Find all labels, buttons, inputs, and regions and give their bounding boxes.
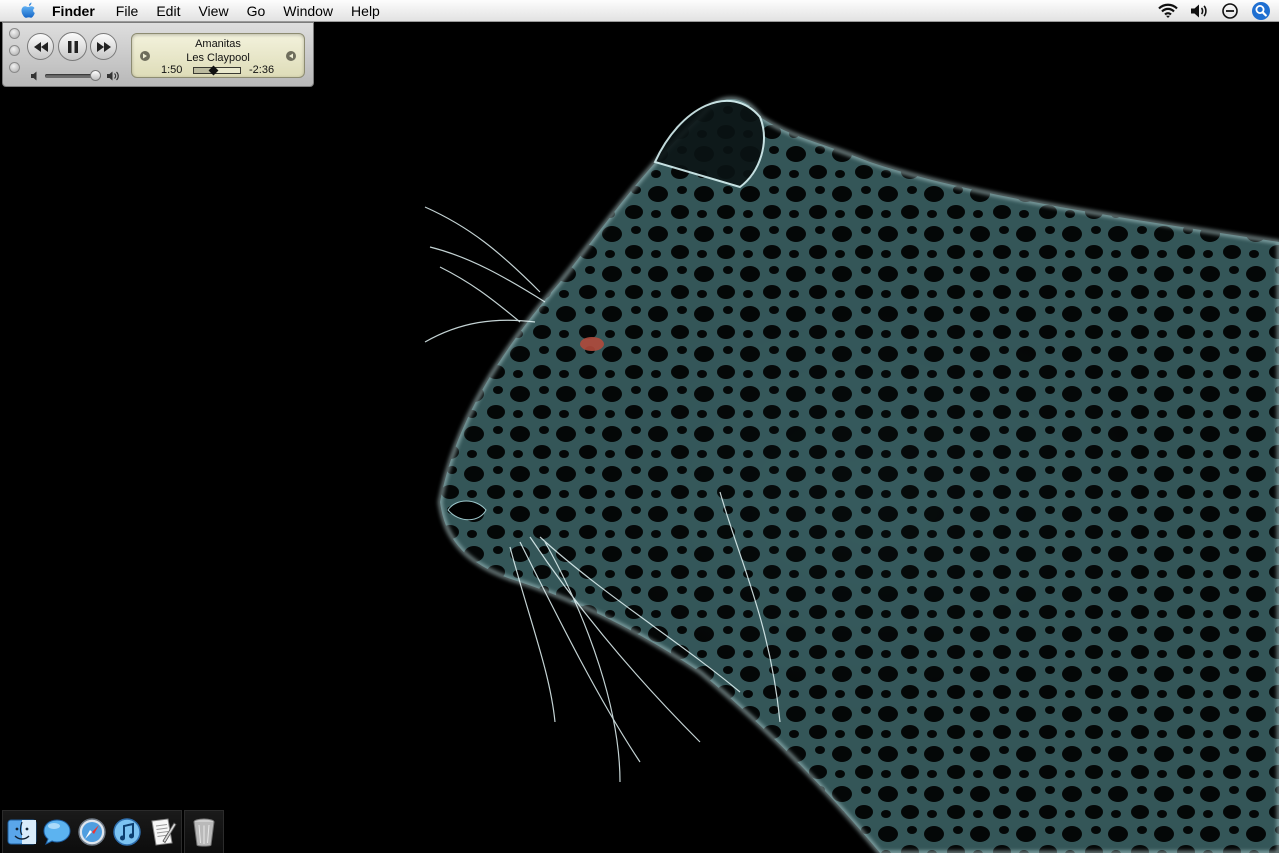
itunes-icon[interactable] bbox=[111, 816, 143, 848]
safari-icon[interactable] bbox=[76, 816, 108, 848]
track-progress-knob[interactable] bbox=[208, 65, 219, 76]
leopard-artwork bbox=[424, 97, 1279, 853]
elapsed-time: 1:50 bbox=[161, 64, 183, 76]
menu-help[interactable]: Help bbox=[342, 0, 389, 22]
previous-track-button[interactable] bbox=[27, 33, 54, 60]
finder-icon[interactable] bbox=[6, 816, 38, 848]
dock-apps bbox=[2, 810, 182, 853]
desktop-wallpaper bbox=[0, 22, 1279, 853]
dock-trash-section bbox=[184, 810, 224, 853]
track-artist: Les Claypool bbox=[186, 52, 250, 64]
lcd-toggle-display-icon[interactable] bbox=[286, 51, 296, 61]
textedit-icon[interactable] bbox=[146, 816, 178, 848]
apple-icon[interactable] bbox=[19, 1, 37, 21]
volume-high-icon bbox=[106, 69, 119, 81]
volume-icon[interactable] bbox=[1189, 1, 1209, 21]
volume-slider-knob[interactable] bbox=[89, 70, 101, 81]
menu-edit[interactable]: Edit bbox=[147, 0, 189, 22]
menu-extras bbox=[1158, 0, 1271, 22]
trash-icon[interactable] bbox=[188, 816, 220, 848]
menu-view[interactable]: View bbox=[189, 0, 237, 22]
zoom-button[interactable] bbox=[9, 62, 20, 73]
remaining-time: -2:36 bbox=[249, 64, 275, 76]
lcd-play-arrow-icon[interactable] bbox=[140, 51, 150, 61]
menu-app-name[interactable]: Finder bbox=[52, 0, 107, 22]
time-machine-icon[interactable] bbox=[1220, 1, 1240, 21]
pause-icon bbox=[67, 40, 78, 53]
volume-low-icon bbox=[30, 69, 42, 81]
minimize-button[interactable] bbox=[9, 45, 20, 56]
volume-slider[interactable] bbox=[45, 70, 101, 81]
ichat-icon[interactable] bbox=[41, 816, 73, 848]
next-track-button[interactable] bbox=[90, 33, 117, 60]
previous-track-icon bbox=[33, 41, 48, 52]
menu-go[interactable]: Go bbox=[238, 0, 275, 22]
menu-window[interactable]: Window bbox=[274, 0, 342, 22]
track-progress-bar[interactable] bbox=[193, 65, 241, 76]
menu-file[interactable]: File bbox=[107, 0, 148, 22]
spotlight-icon[interactable] bbox=[1251, 1, 1271, 21]
track-title: Amanitas bbox=[195, 38, 241, 50]
close-button[interactable] bbox=[9, 28, 20, 39]
wifi-icon[interactable] bbox=[1158, 1, 1178, 21]
dock bbox=[2, 810, 224, 853]
next-track-icon bbox=[96, 41, 111, 52]
pause-button[interactable] bbox=[58, 32, 87, 61]
itunes-mini-player[interactable]: Amanitas Les Claypool 1:50 -2:36 bbox=[2, 22, 314, 87]
lcd-display: Amanitas Les Claypool 1:50 -2:36 bbox=[131, 33, 305, 78]
menu-bar: Finder File Edit View Go Window Help bbox=[0, 0, 1279, 22]
